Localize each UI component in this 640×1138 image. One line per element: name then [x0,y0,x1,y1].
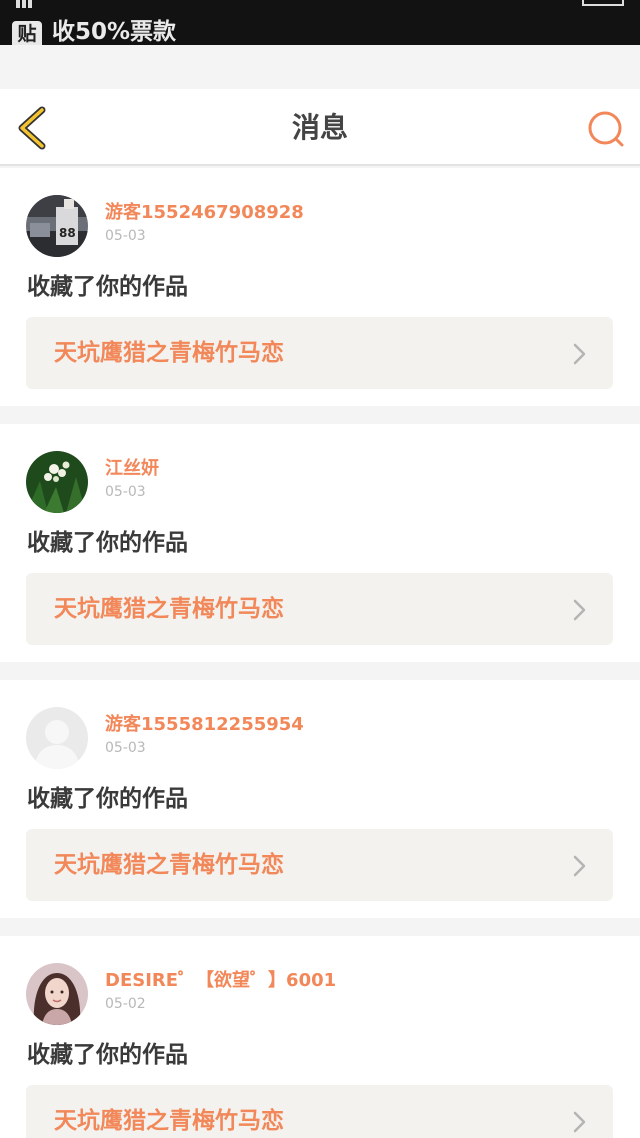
work-title: 天坑鹰猎之青梅竹马恋 [54,340,284,366]
message-card[interactable]: 江丝妍 05-03 收藏了你的作品 天坑鹰猎之青梅竹马恋 [0,424,640,662]
status-icons [0,0,640,8]
message-card[interactable]: 游客1555812255954 05-03 收藏了你的作品 天坑鹰猎之青梅竹马恋 [0,680,640,918]
username[interactable]: 游客1555812255954 [105,714,304,736]
back-button[interactable] [14,106,54,150]
username[interactable]: DESIRE゜【欲望゜】6001 [105,970,336,992]
search-button[interactable] [586,109,626,149]
message-date: 05-03 [105,740,146,756]
notification-text: 收50%票款 [52,19,177,45]
work-link[interactable]: 天坑鹰猎之青梅竹马恋 [26,317,613,389]
chevron-left-icon [18,106,46,150]
chevron-right-icon [573,855,586,877]
username[interactable]: 游客1552467908928 [105,202,304,224]
portrait-avatar[interactable] [26,963,88,1025]
message-date: 05-03 [105,228,146,244]
message-action: 收藏了你的作品 [27,274,188,300]
message-date: 05-02 [105,996,146,1012]
work-title: 天坑鹰猎之青梅竹马恋 [54,852,284,878]
message-card[interactable]: 88 游客1552467908928 05-03 收藏了你的作品 天坑鹰猎之青梅… [0,168,640,406]
battery-icon [582,0,624,6]
message-action: 收藏了你的作品 [27,530,188,556]
default-avatar[interactable] [26,707,88,769]
message-action: 收藏了你的作品 [27,1042,188,1068]
chevron-right-icon [573,343,586,365]
chevron-right-icon [573,1111,586,1133]
signal-icon [16,0,46,8]
work-title: 天坑鹰猎之青梅竹马恋 [54,596,284,622]
svg-text:88: 88 [59,226,76,240]
message-card[interactable]: DESIRE゜【欲望゜】6001 05-02 收藏了你的作品 天坑鹰猎之青梅竹马… [0,936,640,1138]
username[interactable]: 江丝妍 [105,458,159,480]
status-bar: 贴 收50%票款 [0,0,640,45]
nav-bar: 消息 [0,89,640,166]
work-link[interactable]: 天坑鹰猎之青梅竹马恋 [26,573,613,645]
search-icon [588,111,624,147]
work-link[interactable]: 天坑鹰猎之青梅竹马恋 [26,1085,613,1138]
message-action: 收藏了你的作品 [27,786,188,812]
work-title: 天坑鹰猎之青梅竹马恋 [54,1108,284,1134]
top-spacer [0,45,640,89]
flower-avatar[interactable] [26,451,88,513]
page-title: 消息 [291,111,348,144]
notification-app-icon: 贴 [12,21,42,45]
chevron-right-icon [573,599,586,621]
photo-avatar[interactable]: 88 [26,195,88,257]
message-date: 05-03 [105,484,146,500]
work-link[interactable]: 天坑鹰猎之青梅竹马恋 [26,829,613,901]
